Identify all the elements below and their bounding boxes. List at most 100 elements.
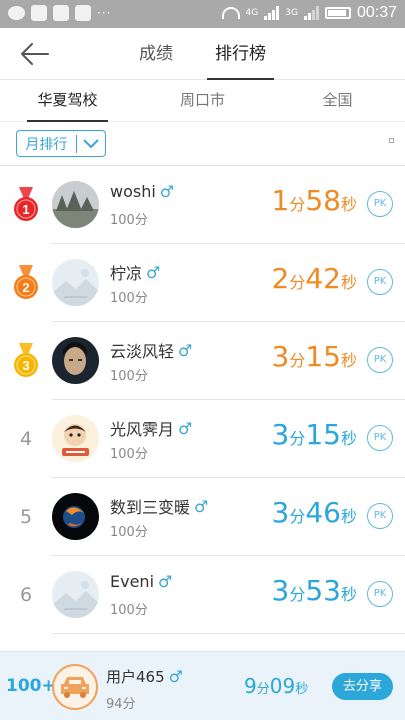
user-score: 100分: [110, 603, 148, 618]
pk-button[interactable]: PK: [367, 269, 393, 295]
list-item[interactable]: 3 云淡风轻 ♂ 100分 3分15秒 PK: [0, 322, 405, 400]
chevron-down-icon: [77, 131, 105, 156]
user-score: 100分: [110, 213, 148, 228]
user-name-line: 数到三变暖 ♂: [110, 494, 208, 518]
completion-time: 3分15秒: [272, 418, 358, 451]
time-min-unit: 分: [289, 351, 306, 370]
avatar[interactable]: [52, 415, 99, 462]
user-name-line: 光风霁月 ♂: [110, 416, 192, 440]
avatar[interactable]: [52, 181, 99, 228]
user-score: 100分: [110, 369, 148, 384]
my-rank: 100+: [6, 676, 56, 696]
user-name: 柠凉: [110, 264, 143, 283]
rank-number: 3: [22, 358, 29, 373]
small-square-icon: [389, 138, 394, 143]
male-icon: ♂: [168, 667, 183, 686]
avatar[interactable]: [52, 493, 99, 540]
time-min-unit: 分: [289, 585, 306, 604]
my-rank-bar: 100+ 用户465 ♂ 94分 9分09秒 去分享: [0, 651, 405, 720]
my-score: 94分: [106, 697, 136, 712]
clock: 00:37: [356, 4, 397, 21]
avatar[interactable]: [52, 571, 99, 618]
ranking-list: 1 woshi ♂ 100分 1分58秒 PK 2 柠凉 ♂ 100分 2分42秒 PK 3 云淡风轻 ♂ 1…: [0, 166, 405, 634]
user-name-line: woshi ♂: [110, 182, 174, 201]
tab-national[interactable]: 全国: [270, 80, 405, 121]
time-min-unit: 分: [289, 429, 306, 448]
completion-time: 2分42秒: [272, 262, 358, 295]
male-icon: ♂: [194, 496, 209, 516]
battery-icon: [324, 7, 351, 19]
time-seconds: 46: [305, 496, 341, 529]
network-label-1: 4G: [245, 8, 259, 18]
avatar[interactable]: [52, 259, 99, 306]
time-seconds: 15: [305, 340, 341, 373]
user-name: 光风霁月: [110, 420, 175, 439]
user-name-line: Eveni ♂: [110, 572, 172, 591]
list-item[interactable]: 4 光风霁月 ♂ 100分 3分15秒 PK: [0, 400, 405, 478]
completion-time: 3分15秒: [272, 340, 358, 373]
tab-school[interactable]: 华夏驾校: [0, 80, 135, 122]
bag-icon: [31, 5, 47, 21]
list-item[interactable]: 2 柠凉 ♂ 100分 2分42秒 PK: [0, 244, 405, 322]
user-score: 100分: [110, 447, 148, 462]
user-name: Eveni: [110, 572, 155, 591]
completion-time: 3分53秒: [272, 574, 358, 607]
time-min-unit: 分: [289, 507, 306, 526]
time-minutes: 1: [271, 184, 290, 217]
my-name-line: 用户465 ♂: [106, 666, 183, 687]
list-item[interactable]: 1 woshi ♂ 100分 1分58秒 PK: [0, 166, 405, 244]
rank-badge: 3: [8, 342, 44, 380]
male-icon: ♂: [158, 572, 173, 591]
my-time-sec-unit: 秒: [295, 682, 309, 697]
my-name: 用户465: [106, 668, 165, 686]
rank-number: 4: [19, 428, 33, 450]
ranking-page: ··· 4G 3G 00:37 成绩 排行榜 华夏驾校 周口市 全国 月排行 1…: [0, 0, 405, 720]
time-sec-unit: 秒: [340, 195, 357, 214]
gold-medal-icon: 3: [14, 343, 38, 377]
image-icon: [75, 5, 91, 21]
rank-number: 2: [22, 280, 29, 295]
time-minutes: 3: [271, 496, 290, 529]
time-sec-unit: 秒: [340, 507, 357, 526]
mail-icon: [53, 5, 69, 21]
time-seconds: 15: [305, 418, 341, 451]
pk-button[interactable]: PK: [367, 425, 393, 451]
list-item[interactable]: 5 数到三变暖 ♂ 100分 3分46秒 PK: [0, 478, 405, 556]
period-dropdown-label: 月排行: [25, 136, 68, 153]
filter-row: 月排行: [0, 122, 405, 166]
time-minutes: 3: [271, 340, 290, 373]
time-minutes: 3: [271, 574, 290, 607]
my-time-min-unit: 分: [256, 682, 270, 697]
time-sec-unit: 秒: [340, 585, 357, 604]
time-min-unit: 分: [289, 195, 306, 214]
signal-icon: [264, 6, 280, 20]
pk-button[interactable]: PK: [367, 581, 393, 607]
pk-button[interactable]: PK: [367, 191, 393, 217]
orange-medal-icon: 2: [14, 265, 38, 299]
my-time: 9分09秒: [244, 674, 308, 698]
pk-button[interactable]: PK: [367, 503, 393, 529]
my-avatar: [52, 664, 98, 710]
male-icon: ♂: [178, 340, 193, 360]
signal-icon-2: [303, 6, 319, 20]
notification-icons: ···: [8, 5, 111, 21]
rank-badge: 2: [8, 264, 44, 302]
time-seconds: 58: [305, 184, 341, 217]
male-icon: ♂: [178, 418, 193, 438]
male-icon: ♂: [146, 262, 161, 282]
tab-leaderboard[interactable]: 排行榜: [207, 28, 274, 80]
time-seconds: 42: [305, 262, 341, 295]
tab-city[interactable]: 周口市: [135, 80, 270, 121]
car-icon: [61, 677, 89, 698]
rank-badge: 1: [8, 186, 44, 224]
pk-button[interactable]: PK: [367, 347, 393, 373]
list-item[interactable]: 6 Eveni ♂ 100分 3分53秒 PK: [0, 556, 405, 634]
time-sec-unit: 秒: [340, 429, 357, 448]
avatar[interactable]: [52, 337, 99, 384]
tab-scores[interactable]: 成绩: [131, 28, 181, 80]
my-time-seconds: 09: [269, 674, 296, 698]
user-score: 100分: [110, 525, 148, 540]
share-button[interactable]: 去分享: [332, 673, 393, 700]
my-time-minutes: 9: [244, 674, 257, 698]
period-dropdown[interactable]: 月排行: [16, 130, 106, 157]
